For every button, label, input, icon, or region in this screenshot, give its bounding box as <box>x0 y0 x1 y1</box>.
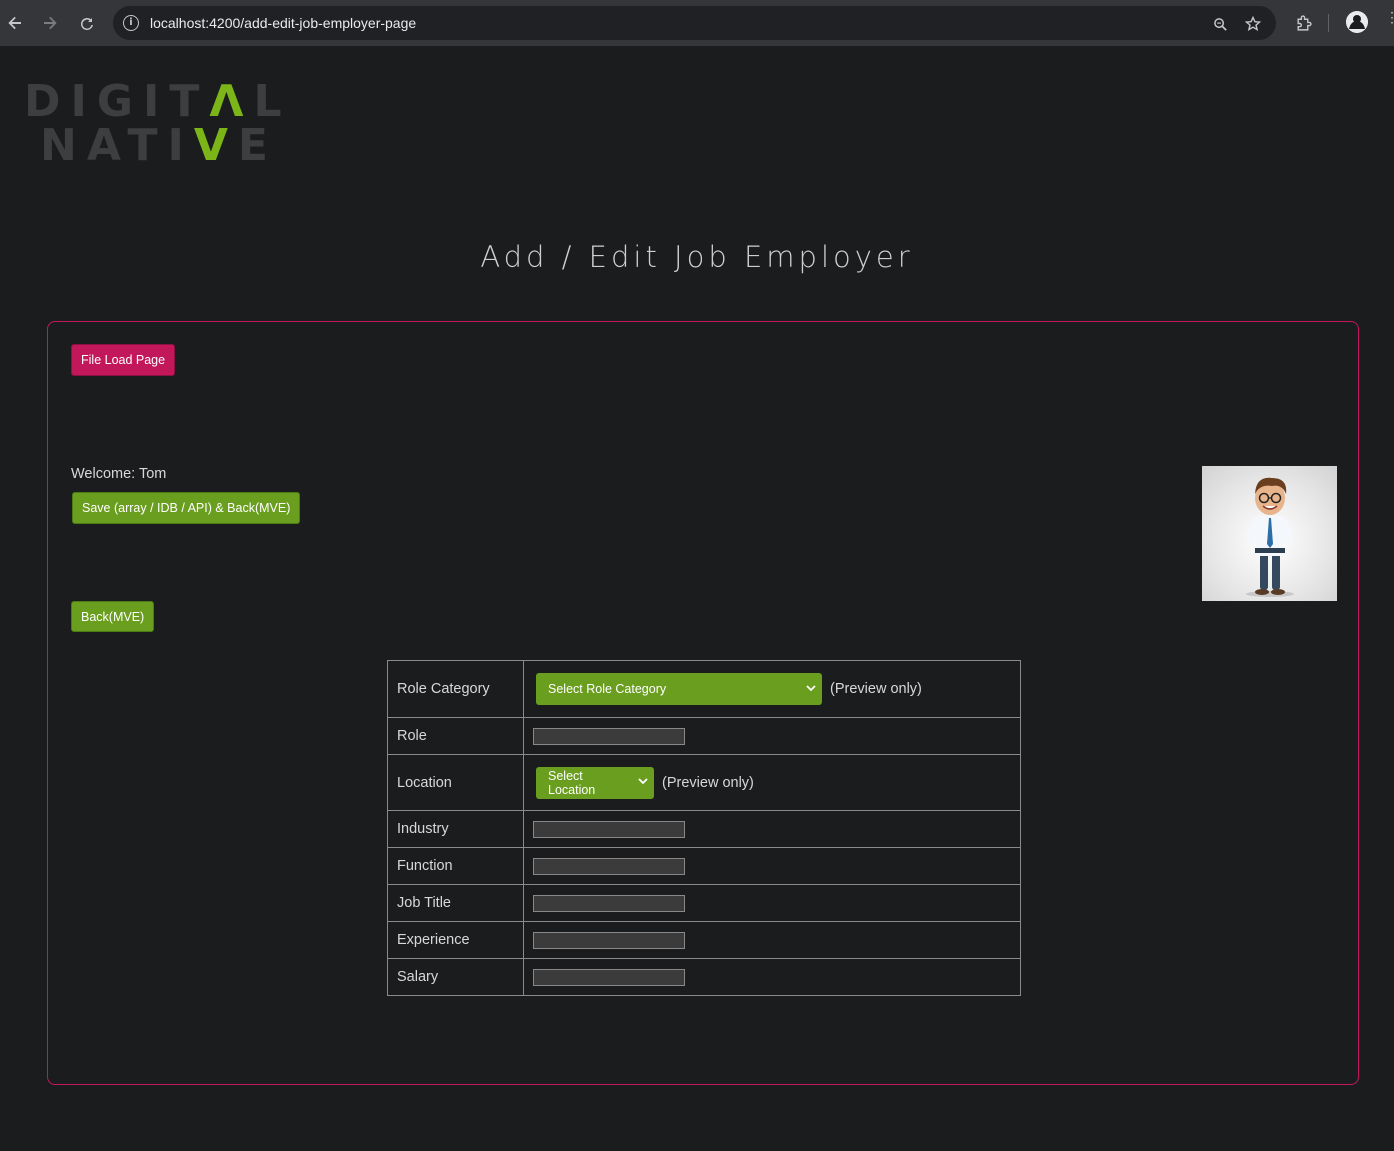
salary-label: Salary <box>387 958 524 996</box>
role-label: Role <box>387 717 524 755</box>
role-input[interactable] <box>533 727 685 745</box>
table-row: Salary <box>387 958 1021 996</box>
bookmark-star-icon[interactable] <box>1243 14 1263 34</box>
menu-dots-icon[interactable]: ⋮ <box>1385 10 1394 32</box>
experience-label: Experience <box>387 921 524 959</box>
chevron-down-icon <box>806 684 816 695</box>
location-select[interactable]: Select Location <box>536 766 654 799</box>
forward-arrow-icon[interactable] <box>38 11 62 35</box>
function-label: Function <box>387 847 524 885</box>
page-title: Add / Edit Job Employer <box>480 240 914 274</box>
job-title-input[interactable] <box>533 894 685 912</box>
location-cell: Select Location (Preview only) <box>523 754 1021 811</box>
location-select-value: Select Location <box>548 768 596 797</box>
zoom-icon[interactable] <box>1210 14 1230 34</box>
browser-toolbar: i localhost:4200/add-edit-job-employer-p… <box>0 0 1394 46</box>
site-info-icon[interactable]: i <box>123 15 139 31</box>
url-text[interactable]: localhost:4200/add-edit-job-employer-pag… <box>150 15 416 31</box>
industry-label: Industry <box>387 810 524 848</box>
location-preview-note: (Preview only) <box>662 774 754 791</box>
extensions-icon[interactable] <box>1291 11 1315 35</box>
role-category-select-value: Select Role Category <box>548 682 667 696</box>
job-form-table: Role Category Select Role Category (Prev… <box>387 660 1021 996</box>
back-button[interactable]: Back(MVE) <box>71 601 155 632</box>
table-row: Job Title <box>387 884 1021 922</box>
role-category-label: Role Category <box>387 660 524 718</box>
role-category-select[interactable]: Select Role Category <box>536 673 822 705</box>
welcome-text: Welcome: Tom <box>71 466 167 482</box>
profile-avatar-icon[interactable] <box>1346 11 1368 33</box>
job-title-label: Job Title <box>387 884 524 922</box>
experience-input[interactable] <box>533 931 685 949</box>
form-card: File Load Page Welcome: Tom Save (array … <box>47 321 1359 1085</box>
table-row: Role Category Select Role Category (Prev… <box>387 660 1021 718</box>
file-load-page-button[interactable]: File Load Page <box>71 344 176 376</box>
table-row: Location Select Location (Preview only) <box>387 754 1021 811</box>
avatar <box>1202 466 1337 601</box>
toolbar-divider <box>1328 14 1329 32</box>
table-row: Function <box>387 847 1021 885</box>
role-category-cell: Select Role Category (Preview only) <box>523 660 1021 718</box>
table-row: Experience <box>387 921 1021 959</box>
function-input[interactable] <box>533 857 685 875</box>
industry-input[interactable] <box>533 820 685 838</box>
table-row: Industry <box>387 810 1021 848</box>
table-row: Role <box>387 717 1021 755</box>
address-bar[interactable]: i localhost:4200/add-edit-job-employer-p… <box>113 6 1276 40</box>
location-label: Location <box>387 754 524 811</box>
back-arrow-icon[interactable] <box>3 11 27 35</box>
save-and-back-button[interactable]: Save (array / IDB / API) & Back(MVE) <box>72 492 301 524</box>
salary-input[interactable] <box>533 968 685 986</box>
chevron-down-icon <box>638 777 648 788</box>
digital-native-logo: DIGITΛL NATIVE <box>24 76 292 171</box>
role-category-preview-note: (Preview only) <box>830 681 922 697</box>
reload-icon[interactable] <box>75 11 99 35</box>
